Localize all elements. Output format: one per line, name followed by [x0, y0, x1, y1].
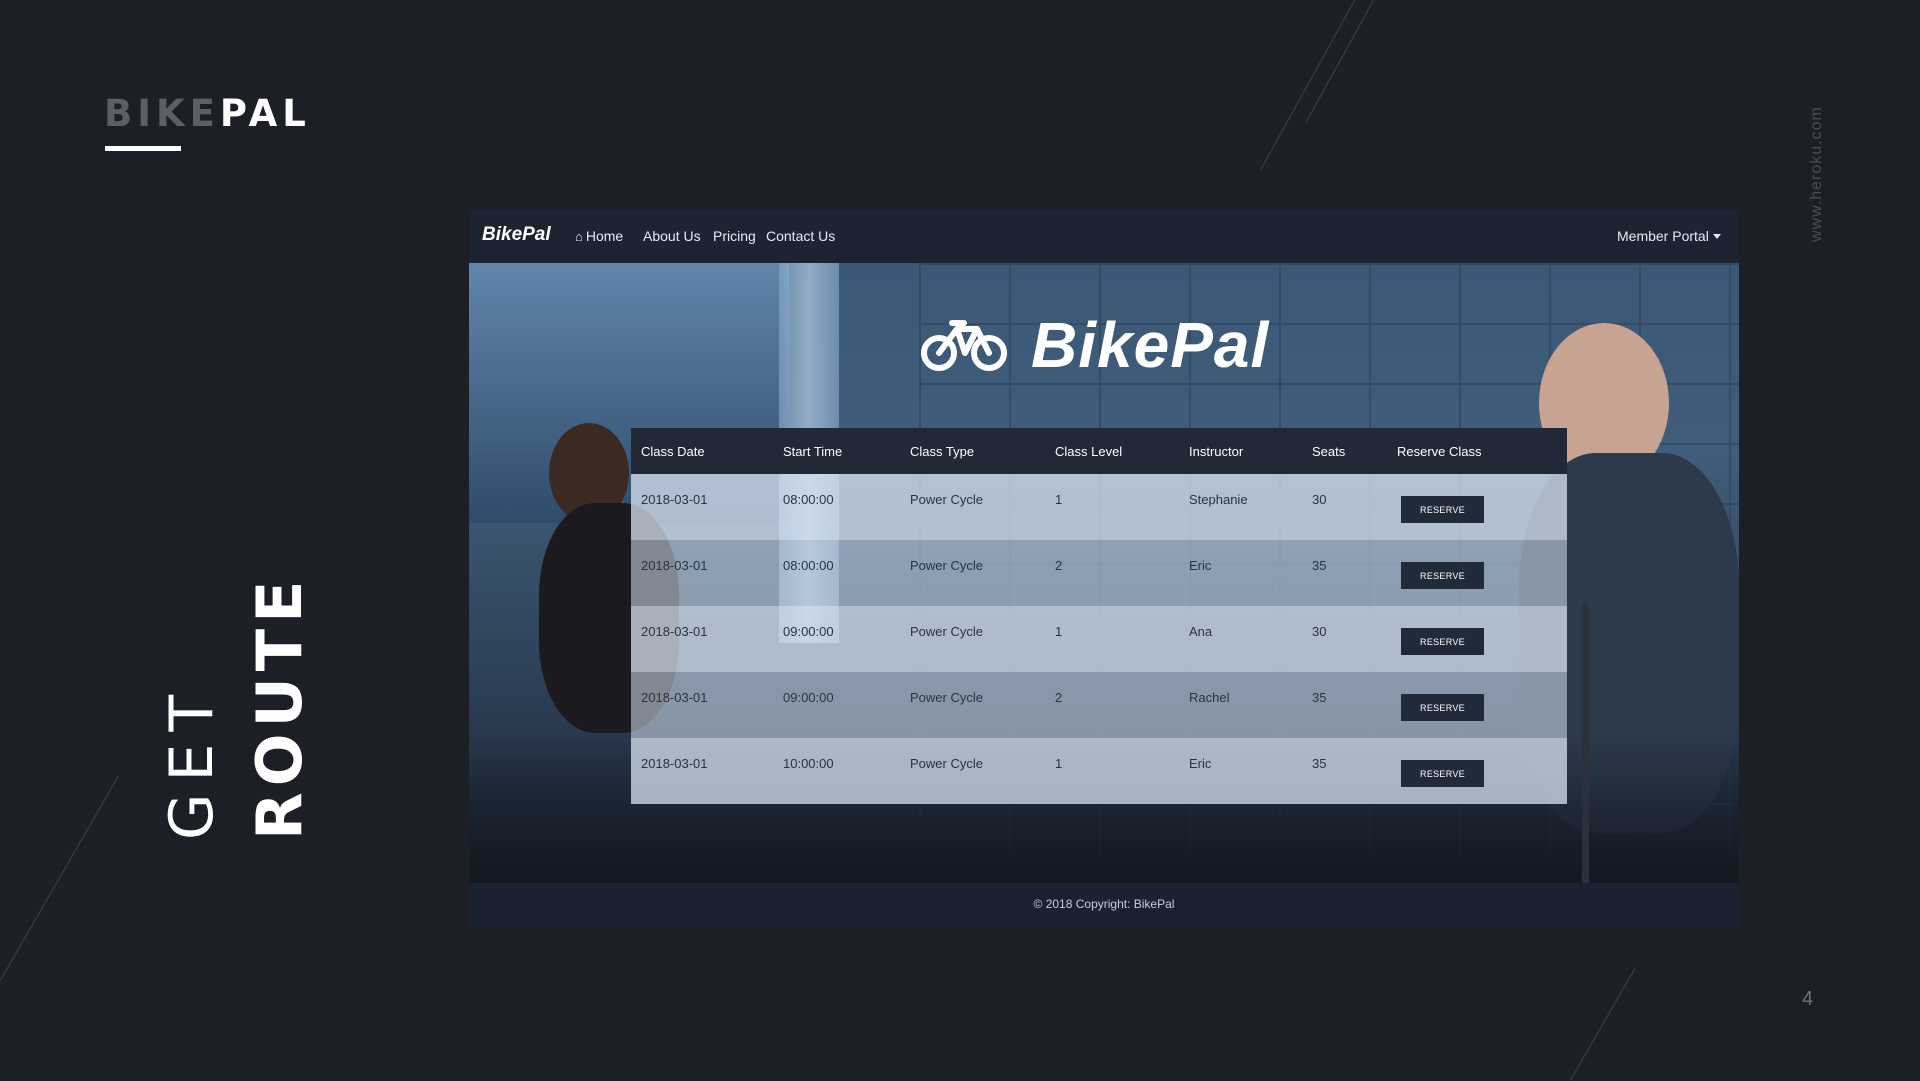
header-class-date: Class Date — [641, 444, 705, 459]
cell-type: Power Cycle — [910, 624, 983, 639]
class-table: Class Date Start Time Class Type Class L… — [631, 428, 1567, 804]
table-row: 2018-03-01 08:00:00 Power Cycle 2 Eric 3… — [631, 540, 1567, 606]
header-class-type: Class Type — [910, 444, 975, 459]
cell-seats: 35 — [1312, 690, 1327, 705]
brand-part1: BIKE — [104, 92, 220, 135]
hero-background: BikePal Class Date Start Time Class Type… — [469, 263, 1739, 883]
brand-underline — [105, 146, 181, 151]
table-row: 2018-03-01 09:00:00 Power Cycle 1 Ana 30… — [631, 606, 1567, 672]
member-portal-dropdown[interactable]: Member Portal — [1617, 228, 1721, 244]
cell-instructor: Stephanie — [1189, 492, 1248, 507]
decorative-line — [0, 776, 119, 981]
cell-time: 10:00:00 — [783, 756, 834, 771]
cell-level: 1 — [1055, 624, 1063, 639]
page-number: 4 — [1802, 988, 1814, 1010]
cell-type: Power Cycle — [910, 756, 983, 771]
cell-level: 1 — [1055, 492, 1063, 507]
footer: © 2018 Copyright: BikePal — [469, 883, 1739, 927]
cell-level: 2 — [1055, 690, 1063, 705]
decorative-line — [1260, 0, 1358, 171]
cell-seats: 30 — [1312, 624, 1327, 639]
hero-logo: BikePal — [919, 308, 1269, 382]
brand-logo: BIKEPAL — [104, 92, 311, 135]
cell-level: 2 — [1055, 558, 1063, 573]
header-start-time: Start Time — [783, 444, 843, 459]
nav-pricing[interactable]: Pricing — [713, 228, 756, 244]
nav-contact[interactable]: Contact Us — [766, 228, 835, 244]
footer-copyright: © 2018 Copyright: BikePal — [1033, 897, 1175, 911]
cell-time: 08:00:00 — [783, 558, 834, 573]
cell-date: 2018-03-01 — [641, 690, 708, 705]
cell-instructor: Eric — [1189, 558, 1212, 573]
side-url: www.heroku.com — [1808, 106, 1825, 242]
cell-time: 09:00:00 — [783, 690, 834, 705]
reserve-button[interactable]: RESERVE — [1401, 760, 1484, 787]
reserve-button[interactable]: RESERVE — [1401, 694, 1484, 721]
cell-instructor: Eric — [1189, 756, 1212, 771]
home-icon: ⌂ — [575, 229, 583, 244]
slide-title: GET ROUTE — [157, 574, 316, 840]
slide-title-route: ROUTE — [243, 574, 316, 840]
decorative-line — [1305, 0, 1374, 124]
cell-date: 2018-03-01 — [641, 624, 708, 639]
nav-logo[interactable]: BikePal — [482, 224, 551, 246]
navbar: BikePal ⌂ Home About Us Pricing Contact U… — [469, 210, 1739, 263]
header-instructor: Instructor — [1189, 444, 1244, 459]
scrollbar[interactable] — [1582, 603, 1589, 883]
cell-instructor: Rachel — [1189, 690, 1230, 705]
cell-seats: 30 — [1312, 492, 1327, 507]
cell-type: Power Cycle — [910, 558, 983, 573]
cell-seats: 35 — [1312, 558, 1327, 573]
header-class-level: Class Level — [1055, 444, 1123, 459]
cell-seats: 35 — [1312, 756, 1327, 771]
cell-time: 09:00:00 — [783, 624, 834, 639]
hero-title: BikePal — [1031, 309, 1270, 381]
member-portal-label: Member Portal — [1617, 228, 1709, 244]
brand-part2: PAL — [219, 92, 311, 135]
header-seats: Seats — [1312, 444, 1346, 459]
nav-home-label: Home — [585, 228, 624, 244]
cell-date: 2018-03-01 — [641, 558, 708, 573]
app-screenshot: BikePal ⌂ Home About Us Pricing Contact U… — [469, 210, 1739, 927]
cell-time: 08:00:00 — [783, 492, 834, 507]
bicycle-icon — [921, 320, 1007, 371]
table-row: 2018-03-01 09:00:00 Power Cycle 2 Rachel… — [631, 672, 1567, 738]
caret-down-icon — [1712, 234, 1721, 239]
nav-about[interactable]: About Us — [643, 228, 701, 244]
decorative-line — [1570, 967, 1636, 1081]
cell-instructor: Ana — [1189, 624, 1213, 639]
table-header: Class Date Start Time Class Type Class L… — [631, 428, 1567, 474]
slide-title-get: GET — [157, 682, 227, 840]
nav-home[interactable]: ⌂ Home — [575, 228, 623, 244]
reserve-button[interactable]: RESERVE — [1401, 496, 1484, 523]
reserve-button[interactable]: RESERVE — [1401, 628, 1484, 655]
cell-date: 2018-03-01 — [641, 756, 708, 771]
cell-type: Power Cycle — [910, 690, 983, 705]
cell-level: 1 — [1055, 756, 1063, 771]
header-reserve-class: Reserve Class — [1397, 444, 1482, 459]
cell-date: 2018-03-01 — [641, 492, 708, 507]
cell-type: Power Cycle — [910, 492, 983, 507]
reserve-button[interactable]: RESERVE — [1401, 562, 1484, 589]
table-row: 2018-03-01 08:00:00 Power Cycle 1 Stepha… — [631, 474, 1567, 540]
table-row: 2018-03-01 10:00:00 Power Cycle 1 Eric 3… — [631, 738, 1567, 804]
